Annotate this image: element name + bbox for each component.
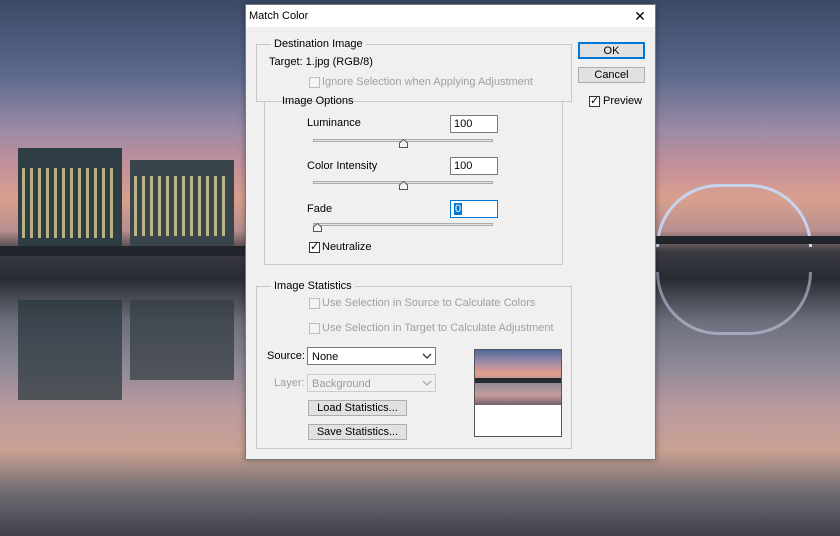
thumbnail-sky <box>475 350 561 380</box>
layer-dropdown[interactable]: Background <box>307 374 436 392</box>
fade-input[interactable]: 0 <box>450 200 498 218</box>
use-source-selection-checkbox[interactable] <box>309 298 320 309</box>
background-building-windows <box>134 176 230 236</box>
background-riverbank <box>0 246 245 256</box>
chevron-down-icon <box>422 377 432 389</box>
layer-value: Background <box>312 378 371 390</box>
source-label: Source: <box>267 350 305 362</box>
source-value: None <box>312 351 339 363</box>
luminance-slider-thumb[interactable] <box>398 139 408 148</box>
background-reflection-left <box>18 300 122 400</box>
background-reflection-middle <box>130 300 234 380</box>
check-icon: ✓ <box>590 95 600 107</box>
chevron-down-icon <box>422 350 432 362</box>
ok-button[interactable]: OK <box>578 42 645 59</box>
luminance-label: Luminance <box>307 117 361 129</box>
check-icon: ✓ <box>310 241 320 253</box>
background-bridge-reflection <box>656 272 812 335</box>
fade-value: 0 <box>454 203 463 215</box>
target-info: Target: 1.jpg (RGB/8) <box>269 56 373 68</box>
statistics-preview-thumbnail <box>474 349 562 437</box>
background-building-windows <box>22 168 118 238</box>
thumbnail-water <box>475 383 561 405</box>
fade-slider-thumb[interactable] <box>313 223 322 232</box>
cancel-button[interactable]: Cancel <box>578 67 645 83</box>
use-target-selection-label: Use Selection in Target to Calculate Adj… <box>322 322 554 334</box>
load-statistics-button[interactable]: Load Statistics... <box>308 400 407 416</box>
dialog-titlebar[interactable]: Match Color ✕ <box>246 5 655 27</box>
dialog-title: Match Color <box>249 10 309 22</box>
image-options-legend: Image Options <box>282 95 354 107</box>
match-color-dialog: Match Color ✕ Destination Image Target: … <box>245 4 656 460</box>
fade-slider-track[interactable] <box>313 223 493 226</box>
color-intensity-label: Color Intensity <box>307 160 378 172</box>
close-button[interactable]: ✕ <box>625 5 655 27</box>
neutralize-checkbox[interactable]: ✓ <box>309 241 320 253</box>
fade-label: Fade <box>307 203 333 215</box>
preview-label: Preview <box>603 95 643 107</box>
color-intensity-input[interactable]: 100 <box>450 157 498 175</box>
source-dropdown[interactable]: None <box>307 347 436 365</box>
luminance-value: 100 <box>454 118 473 130</box>
use-source-selection-label: Use Selection in Source to Calculate Col… <box>322 297 536 309</box>
destination-image-legend: Destination Image <box>274 38 363 50</box>
luminance-input[interactable]: 100 <box>450 115 498 133</box>
save-statistics-button[interactable]: Save Statistics... <box>308 424 407 440</box>
ignore-selection-label: Ignore Selection when Applying Adjustmen… <box>322 76 533 88</box>
layer-label: Layer: <box>274 377 305 389</box>
color-intensity-slider-thumb[interactable] <box>398 181 408 190</box>
ignore-selection-checkbox[interactable] <box>309 77 320 88</box>
background-bridge-deck <box>654 236 840 244</box>
image-statistics-legend: Image Statistics <box>274 280 352 292</box>
neutralize-label: Neutralize <box>322 241 372 253</box>
preview-checkbox[interactable]: ✓ <box>589 95 600 107</box>
color-intensity-value: 100 <box>454 160 473 172</box>
close-icon: ✕ <box>634 8 646 24</box>
destination-image-group: Destination Image <box>256 38 572 102</box>
use-target-selection-checkbox[interactable] <box>309 323 320 334</box>
